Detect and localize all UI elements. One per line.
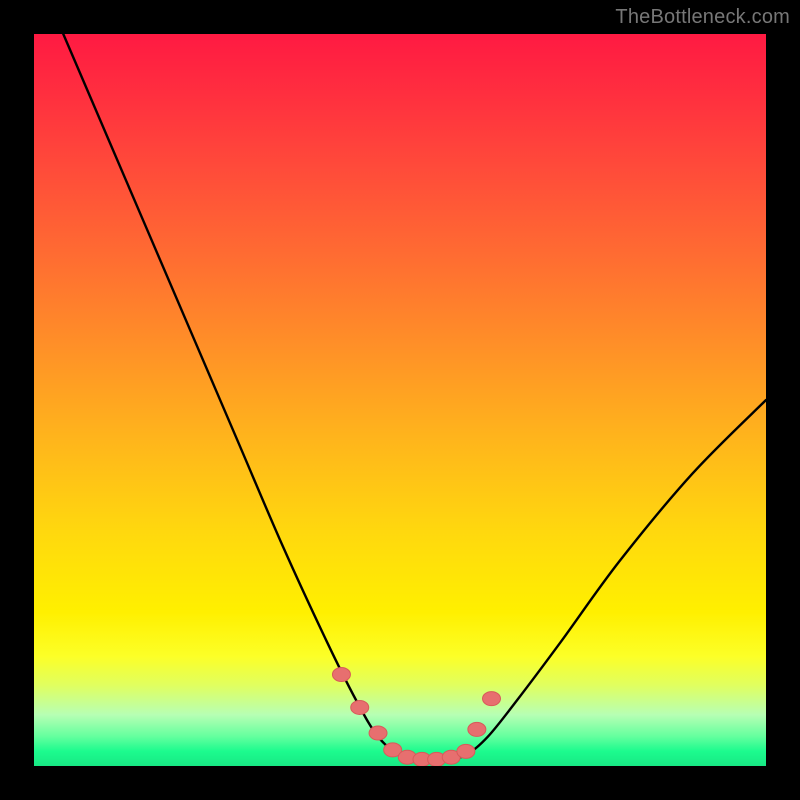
curve-markers <box>332 668 500 767</box>
marker-point <box>332 668 350 682</box>
chart-frame: TheBottleneck.com <box>0 0 800 800</box>
marker-point <box>351 700 369 714</box>
marker-point <box>468 722 486 736</box>
marker-point <box>457 744 475 758</box>
marker-point <box>483 692 501 706</box>
watermark-text: TheBottleneck.com <box>615 6 790 29</box>
marker-point <box>369 726 387 740</box>
plot-area <box>34 34 766 766</box>
bottleneck-curve <box>34 34 766 766</box>
